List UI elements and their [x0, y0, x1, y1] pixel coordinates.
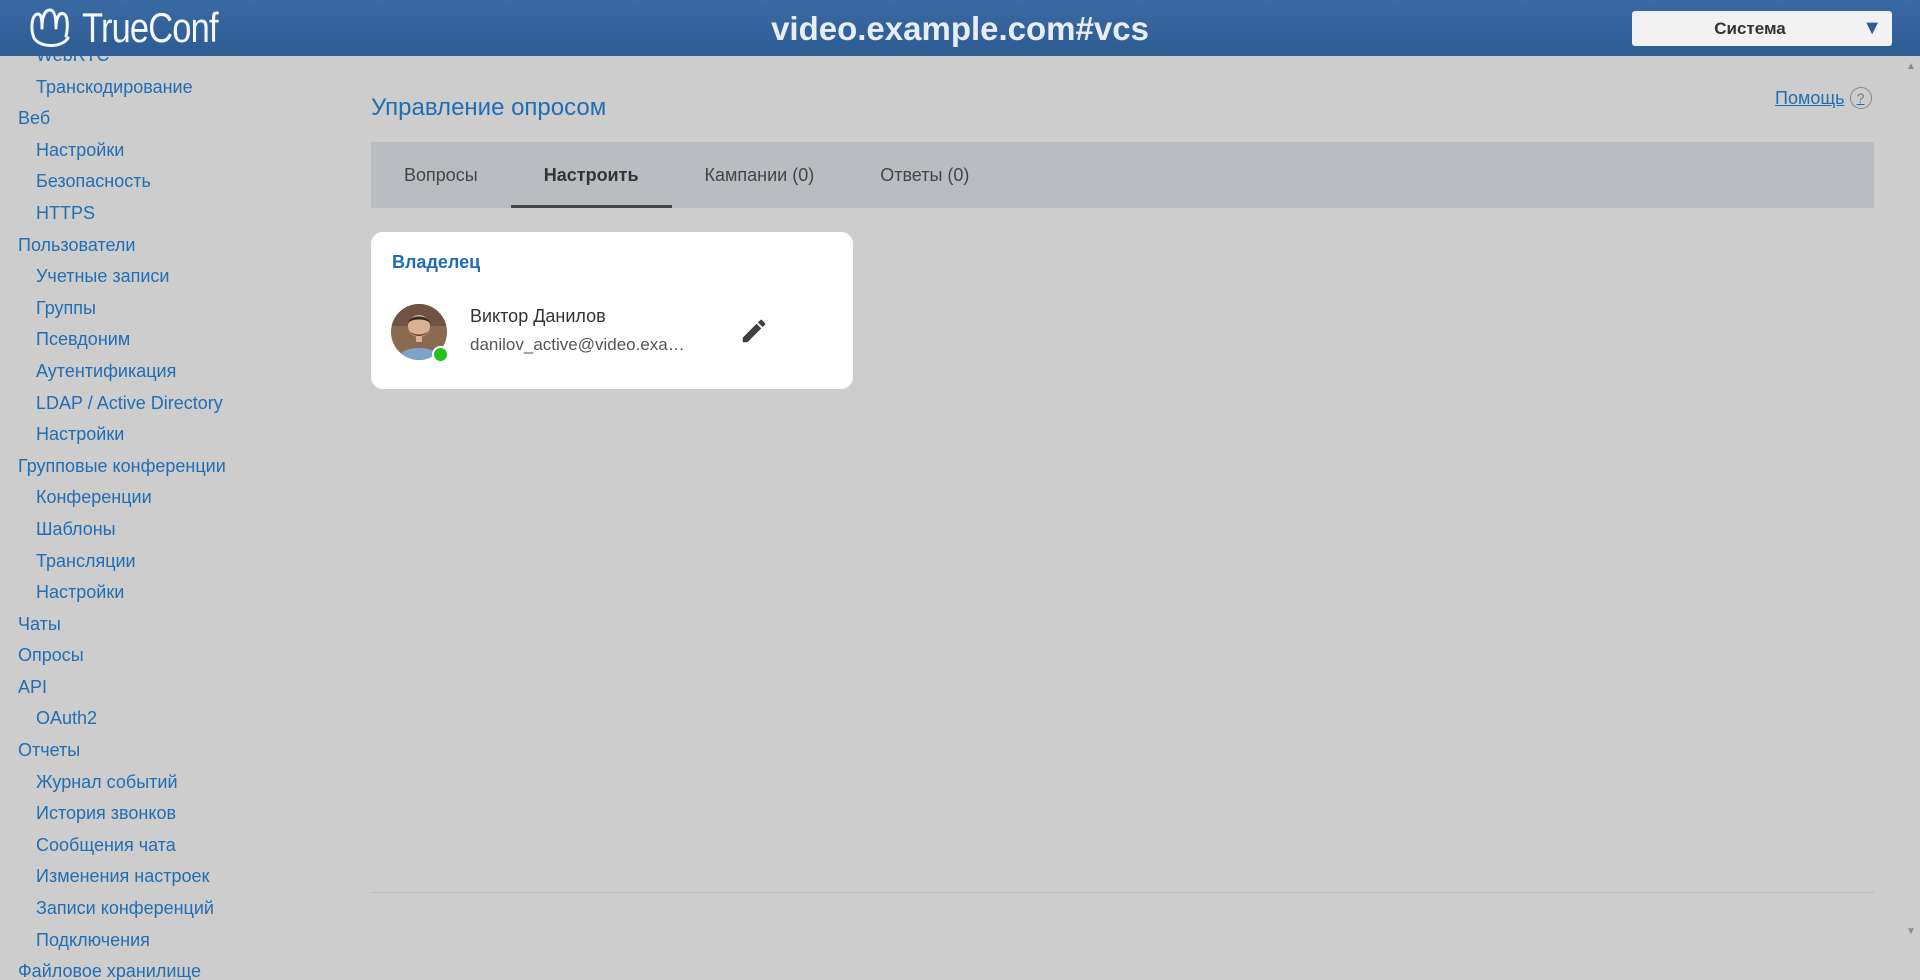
- tab-answers[interactable]: Ответы (0): [847, 142, 1002, 208]
- sidebar-item[interactable]: WebRTC: [0, 56, 320, 72]
- sidebar-item[interactable]: Настройки: [0, 419, 320, 451]
- owner-card: Владелец Виктор Данилов danilov_active@v…: [371, 232, 853, 389]
- sidebar-item[interactable]: Учетные записи: [0, 261, 320, 293]
- tab-questions[interactable]: Вопросы: [371, 142, 511, 208]
- question-icon: ?: [1849, 87, 1872, 109]
- sidebar-item[interactable]: OAuth2: [0, 703, 320, 735]
- tab-campaigns[interactable]: Кампании (0): [672, 142, 848, 208]
- pencil-icon: [742, 319, 766, 343]
- owner-email: danilov_active@video.example.com: [470, 335, 688, 354]
- sidebar-item[interactable]: Настройки: [0, 135, 320, 167]
- top-bar: TrueConf video.example.com#vcs Система ▼: [0, 0, 1920, 56]
- help-link[interactable]: Помощь ?: [1775, 87, 1872, 109]
- sidebar-section[interactable]: Отчеты: [0, 735, 320, 767]
- sidebar-item[interactable]: Подключения: [0, 925, 320, 957]
- tab-bar: Вопросы Настроить Кампании (0) Ответы (0…: [371, 142, 1874, 208]
- main-scroll-up-icon[interactable]: ▲: [1906, 61, 1916, 72]
- page-title: Управление опросом: [371, 94, 607, 121]
- edit-owner-button[interactable]: [739, 316, 769, 346]
- content-divider: [371, 892, 1874, 893]
- sidebar-item[interactable]: Группы: [0, 293, 320, 325]
- system-select[interactable]: Система ▼: [1632, 11, 1892, 46]
- main-content: Управление опросом Помощь ? Вопросы Наст…: [344, 56, 1904, 976]
- tab-configure[interactable]: Настроить: [510, 142, 672, 208]
- sidebar-item[interactable]: Настройки: [0, 577, 320, 609]
- system-select-value: Система: [1714, 19, 1786, 38]
- sidebar-section[interactable]: Групповые конференции: [0, 451, 320, 483]
- sidebar-item[interactable]: Записи конференций: [0, 893, 320, 925]
- help-link-label: Помощь: [1775, 87, 1845, 108]
- chevron-down-icon: ▼: [1862, 17, 1882, 39]
- sidebar-item[interactable]: Конференции: [0, 482, 320, 514]
- sidebar-section[interactable]: Опросы: [0, 640, 320, 672]
- sidebar-item[interactable]: Сообщения чата: [0, 830, 320, 862]
- sidebar-section[interactable]: Пользователи: [0, 230, 320, 262]
- sidebar-item[interactable]: История звонков: [0, 798, 320, 830]
- sidebar-section[interactable]: API: [0, 672, 320, 704]
- sidebar-item[interactable]: Безопасность: [0, 166, 320, 198]
- sidebar-section[interactable]: Файловое хранилище: [0, 956, 320, 980]
- sidebar-item[interactable]: Транскодирование: [0, 72, 320, 104]
- sidebar-item[interactable]: Аутентификация: [0, 356, 320, 388]
- owner-card-title: Владелец: [392, 252, 481, 272]
- sidebar-item[interactable]: HTTPS: [0, 198, 320, 230]
- scroll-up-arrow-icon[interactable]: ▲: [329, 116, 330, 127]
- sidebar-section[interactable]: Веб: [0, 103, 320, 135]
- sidebar-section[interactable]: Чаты: [0, 609, 320, 641]
- main-scroll-down-icon[interactable]: ▼: [1906, 926, 1916, 937]
- online-status-indicator: [432, 346, 449, 363]
- sidebar-nav: WebRTCТранскодированиеВебНастройкиБезопа…: [0, 56, 320, 980]
- sidebar-item[interactable]: Трансляции: [0, 546, 320, 578]
- sidebar-item[interactable]: Журнал событий: [0, 767, 320, 799]
- sidebar-item[interactable]: Шаблоны: [0, 514, 320, 546]
- owner-name: Виктор Данилов: [470, 306, 606, 326]
- sidebar-item[interactable]: Псевдоним: [0, 324, 320, 356]
- sidebar-item[interactable]: LDAP / Active Directory: [0, 388, 320, 420]
- sidebar-item[interactable]: Изменения настроек: [0, 861, 320, 893]
- sidebar: WebRTCТранскодированиеВебНастройкиБезопа…: [0, 56, 330, 980]
